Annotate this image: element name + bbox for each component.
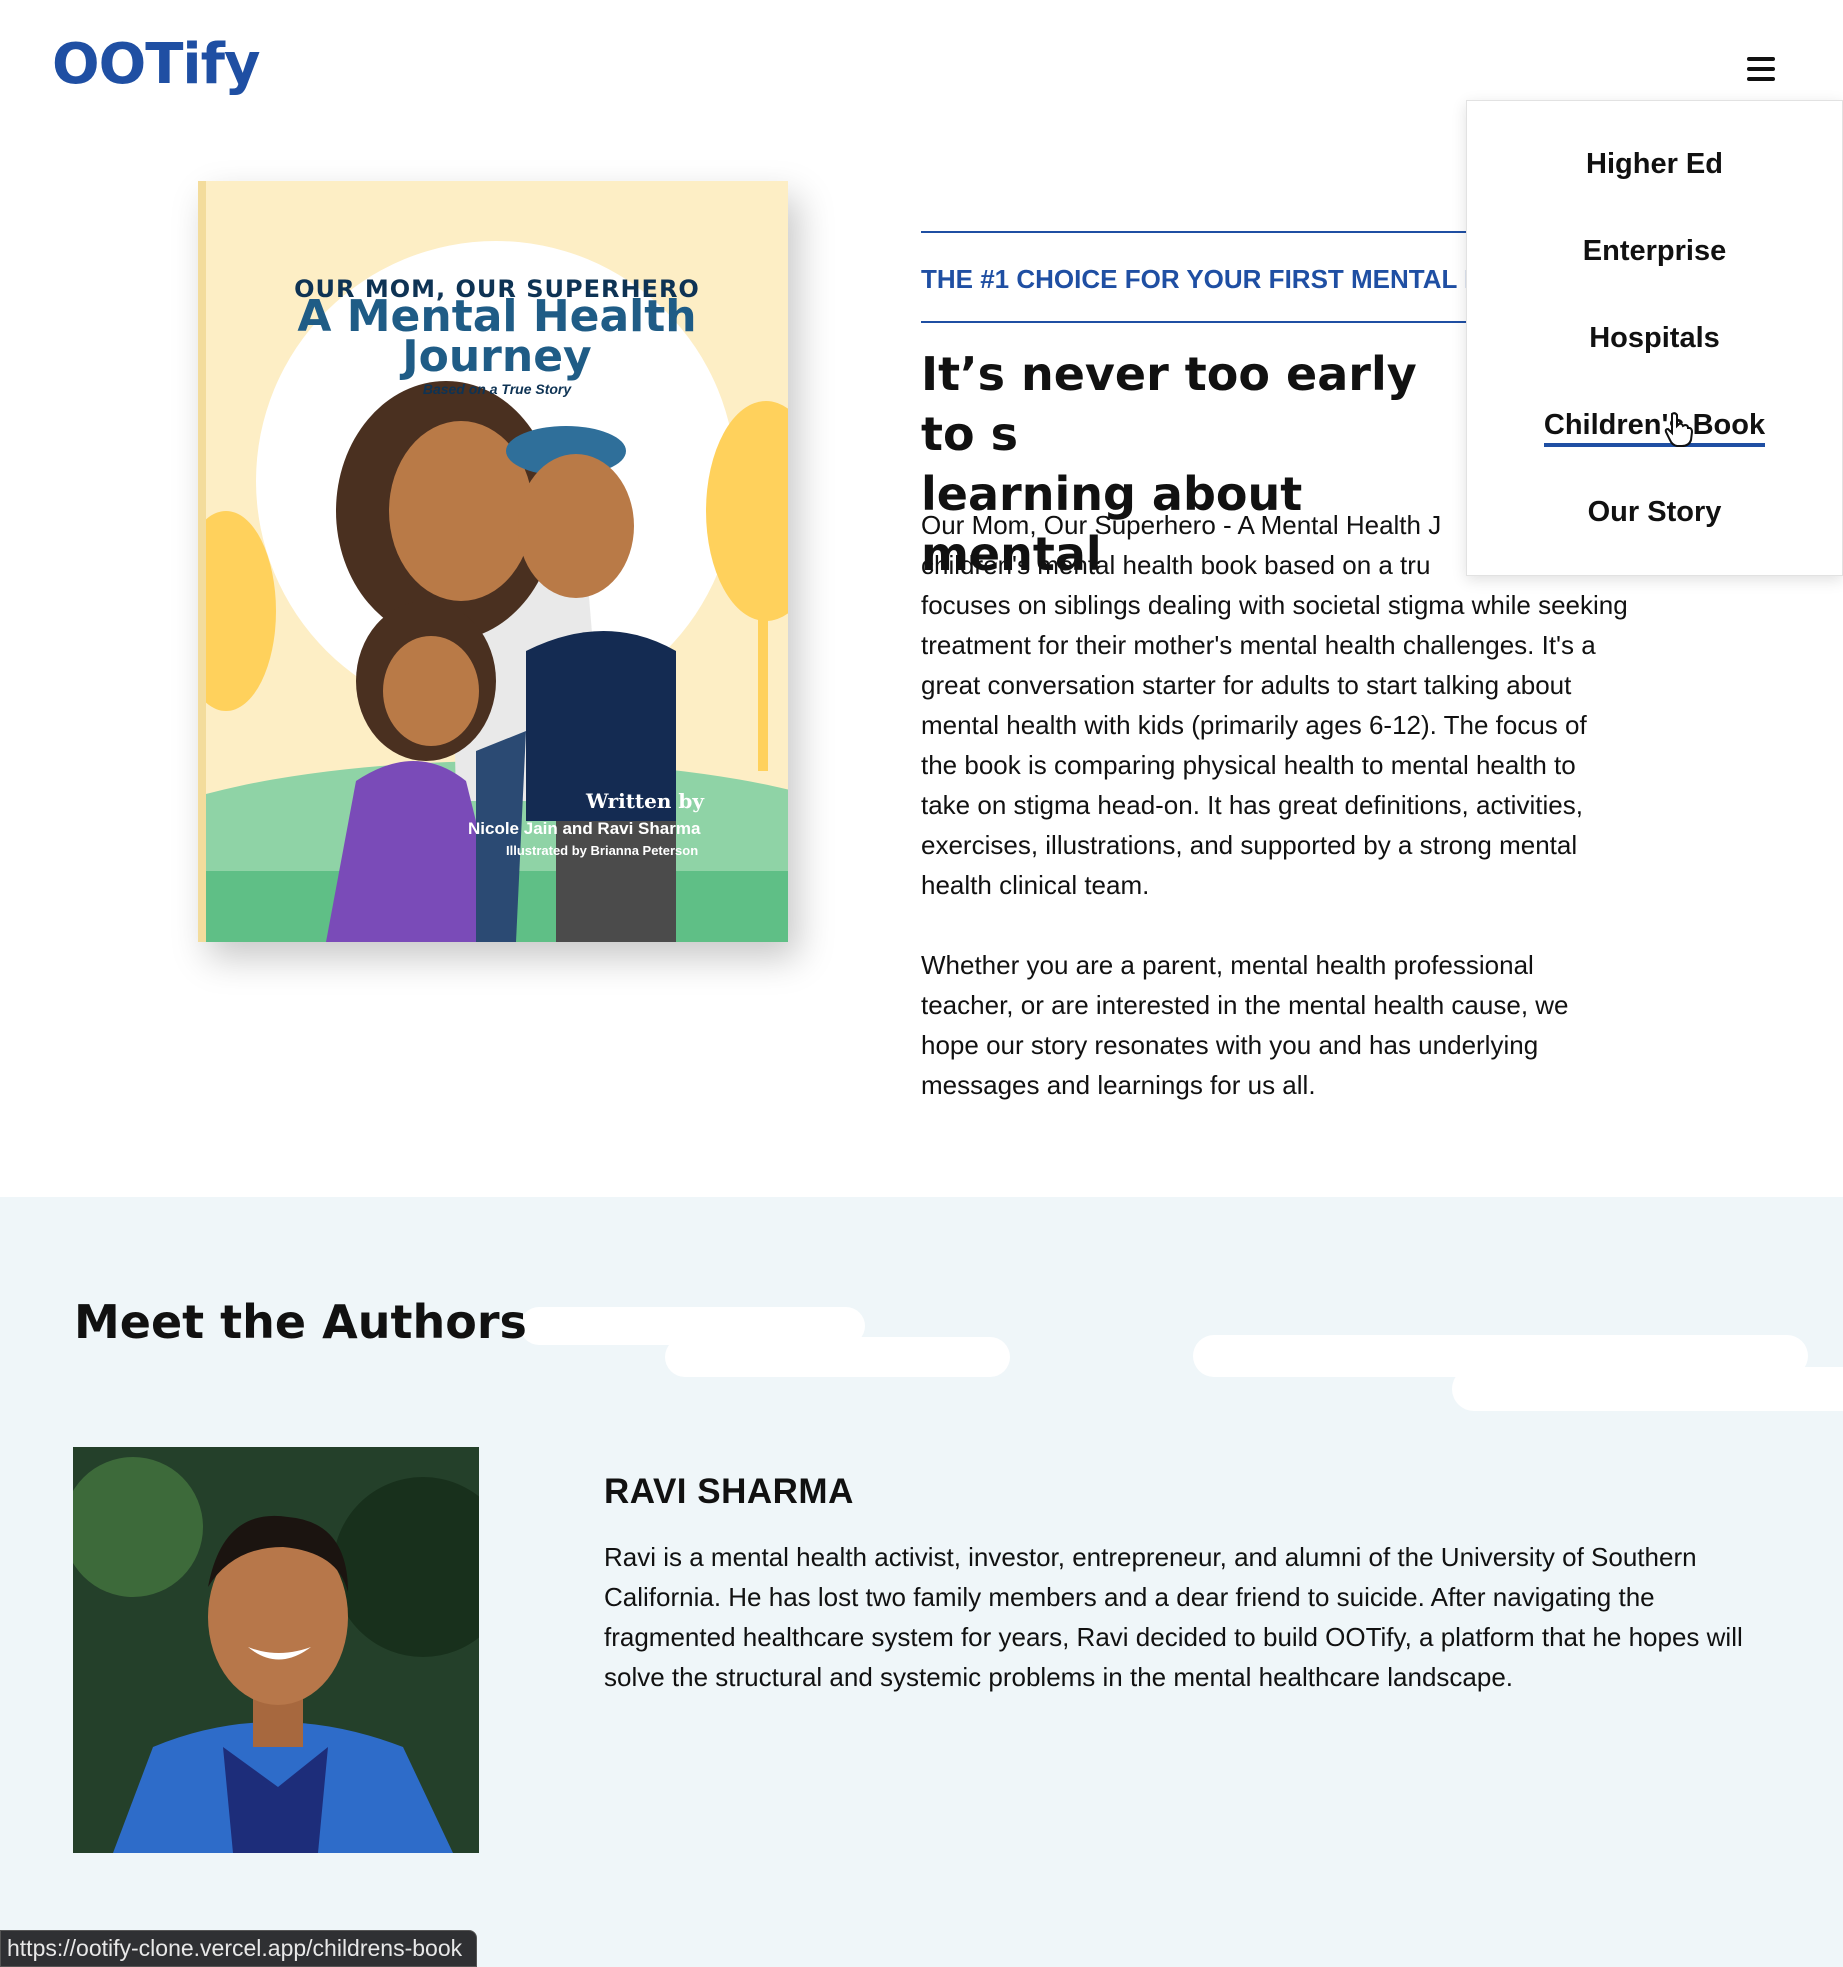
hero-paragraph-2: Whether you are a parent, mental health … (921, 950, 1569, 1100)
divider-bottom (921, 321, 1466, 323)
decorative-cloud (665, 1337, 1010, 1377)
book-subtitle: Based on a True Story (422, 381, 572, 397)
authors-section: Meet the Authors RAVI SHARMA Ravi is a m… (0, 1197, 1843, 1967)
book-title: A Mental Health Journey (297, 291, 697, 382)
menu-item-higher-ed[interactable]: Higher Ed (1467, 148, 1842, 181)
hero-eyebrow: THE #1 CHOICE FOR YOUR FIRST MENTAL I (921, 264, 1472, 294)
author-photo (73, 1447, 479, 1853)
book-written-by: Written by (586, 789, 705, 813)
menu-item-enterprise[interactable]: Enterprise (1467, 235, 1842, 268)
menu-item-our-story[interactable]: Our Story (1467, 496, 1842, 529)
author-bio: Ravi is a mental health activist, invest… (604, 1542, 1743, 1692)
link-preview-status-bar: https://ootify-clone.vercel.app/children… (0, 1930, 478, 1967)
divider-top (921, 231, 1466, 233)
menu-item-childrens-book[interactable]: Children's Book (1467, 409, 1842, 447)
hand-pointer-cursor-icon (1664, 412, 1694, 447)
nav-dropdown-menu: Higher Ed Enterprise Hospitals Children'… (1466, 100, 1843, 576)
book-cover-image: OUR MOM, OUR SUPERHERO A Mental Health J… (198, 181, 788, 942)
ootify-logo[interactable]: OOTify (52, 32, 260, 97)
book-authors: Nicole Jain and Ravi Sharma (468, 819, 701, 838)
authors-section-title: Meet the Authors (74, 1295, 527, 1349)
book-illustrator: Illustrated by Brianna Peterson (506, 843, 699, 858)
menu-item-hospitals[interactable]: Hospitals (1467, 322, 1842, 355)
hamburger-menu-icon[interactable] (1745, 54, 1779, 84)
author-name: RAVI SHARMA (604, 1472, 854, 1511)
decorative-cloud (1452, 1367, 1843, 1411)
author-portrait (73, 1447, 479, 1853)
